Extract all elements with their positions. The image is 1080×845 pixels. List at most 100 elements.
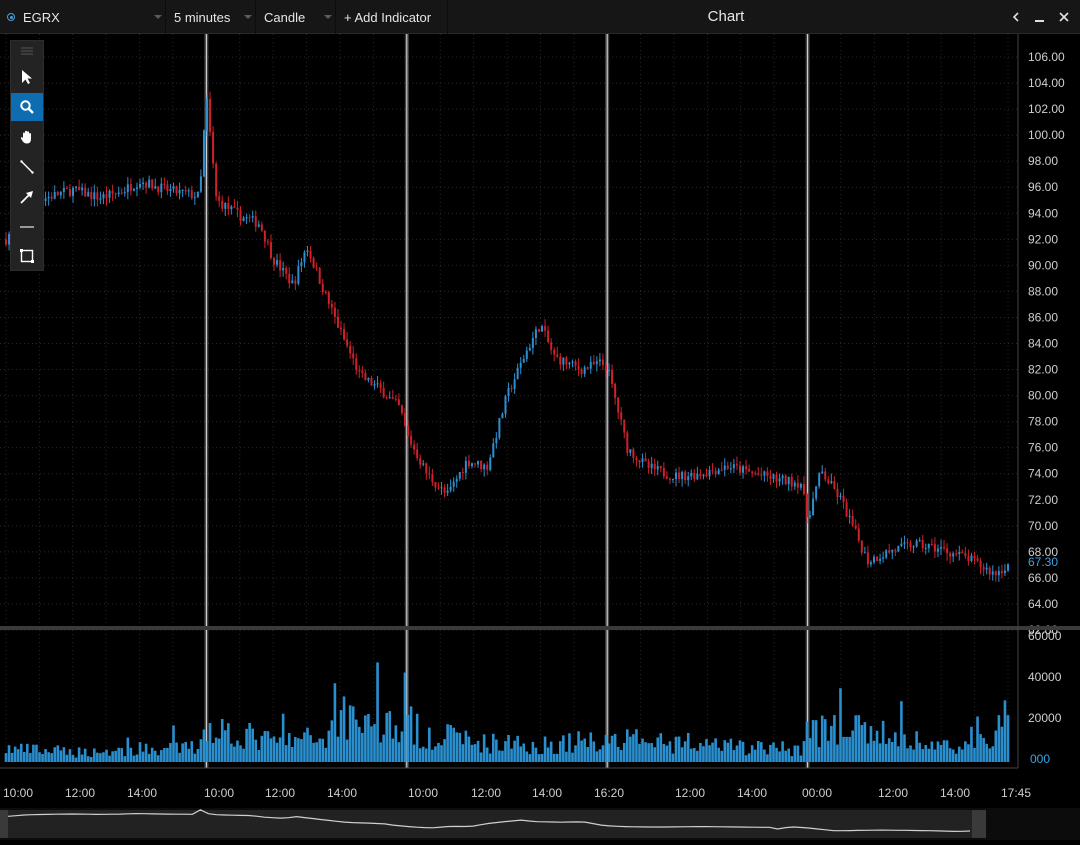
candle-body	[78, 186, 81, 191]
volume-bar	[528, 754, 532, 762]
volume-bar	[321, 738, 325, 762]
volume-bar	[300, 739, 303, 762]
candle-body	[766, 471, 769, 477]
candle-body	[379, 383, 382, 389]
volume-bar	[160, 750, 163, 762]
symbol-radio-icon	[7, 13, 15, 21]
volume-bar	[41, 754, 44, 762]
navigator-left-handle[interactable]	[0, 810, 8, 838]
volume-bar	[373, 724, 376, 762]
navigator-scrollbar[interactable]	[0, 808, 1080, 840]
candle-body	[943, 547, 946, 549]
panel-divider[interactable]	[0, 626, 1080, 630]
volume-bar	[549, 741, 553, 762]
volume-bar	[522, 743, 526, 762]
price-tick-label: 84.00	[1028, 337, 1058, 351]
volume-bar	[233, 746, 236, 762]
candle-body	[903, 542, 906, 544]
volume-bar	[817, 747, 821, 762]
volume-bar	[44, 749, 47, 762]
add-indicator-button[interactable]: + Add Indicator	[336, 0, 448, 34]
chart-type-dropdown[interactable]: Candle	[256, 0, 336, 34]
volume-bar	[546, 747, 550, 762]
chevron-left-icon[interactable]	[1008, 9, 1024, 25]
candle-body	[793, 482, 796, 487]
candle-body	[160, 183, 163, 193]
volume-bar	[723, 740, 727, 762]
candle-body	[723, 465, 726, 470]
volume-bar	[1003, 700, 1007, 762]
symbol-dropdown[interactable]: EGRX	[0, 0, 166, 34]
volume-bar	[836, 744, 839, 762]
volume-bar	[370, 726, 373, 762]
candle-body	[449, 486, 452, 491]
minimize-icon[interactable]	[1032, 9, 1048, 25]
pan-hand-icon[interactable]	[11, 123, 43, 151]
candle-body	[671, 479, 674, 481]
volume-bar	[775, 747, 778, 762]
candle-body	[738, 465, 741, 473]
volume-bar	[303, 732, 306, 762]
navigator-right-handle[interactable]	[972, 810, 986, 838]
time-tick-label: 10:00	[3, 786, 33, 800]
pointer-icon[interactable]	[11, 63, 43, 91]
volume-bar	[32, 744, 35, 762]
volume-bar	[449, 725, 452, 762]
volume-bar	[641, 738, 644, 762]
candle-body	[464, 460, 467, 473]
candle-body	[821, 471, 824, 474]
volume-bar	[626, 729, 629, 762]
volume-bar	[187, 748, 191, 762]
volume-bar	[491, 733, 495, 762]
volume-bar	[26, 743, 29, 762]
volume-bar	[565, 751, 568, 762]
candle-body	[687, 476, 690, 481]
price-tick-label: 80.00	[1028, 389, 1058, 403]
volume-bar	[753, 749, 757, 762]
volume-bar	[781, 741, 784, 762]
volume-bar	[467, 736, 471, 762]
volume-bar	[77, 747, 81, 762]
interval-dropdown[interactable]: 5 minutes	[166, 0, 256, 34]
volume-bar	[699, 742, 702, 762]
chart-area[interactable]: 106.00 104.00 102.00 100.00 98.00 96.00 94.00 9…	[0, 34, 1080, 840]
candle-body	[653, 463, 656, 470]
candle-body	[748, 469, 751, 472]
volume-bar	[610, 735, 614, 762]
candle-body	[276, 260, 279, 265]
volume-bar	[367, 713, 370, 762]
candle-body	[193, 197, 196, 199]
volume-bar	[504, 741, 507, 762]
grip-icon[interactable]	[11, 41, 43, 61]
volume-bar	[394, 725, 398, 762]
candle-body	[416, 449, 419, 459]
price-chart[interactable]: 106.00 104.00 102.00 100.00 98.00 96.00 94.00 9…	[0, 34, 1080, 840]
line-icon[interactable]	[11, 153, 43, 181]
close-icon[interactable]	[1056, 9, 1072, 25]
volume-bar	[571, 752, 574, 762]
time-tick-label: 12:00	[675, 786, 705, 800]
time-tick-label: 17:45	[1001, 786, 1031, 800]
volume-bar	[47, 752, 50, 762]
volume-bar	[138, 742, 142, 762]
rectangle-icon[interactable]	[11, 242, 43, 270]
candle-body	[860, 540, 863, 553]
candle-body	[650, 463, 653, 468]
candle-body	[285, 267, 288, 274]
volume-bar	[53, 747, 57, 762]
candle-body	[294, 280, 297, 284]
candle-body	[452, 481, 455, 487]
volume-bar	[306, 727, 309, 762]
volume-bar	[842, 736, 845, 762]
volume-bar	[558, 741, 562, 762]
volume-bar	[476, 740, 480, 762]
volume-tick-label: 60000	[1028, 629, 1062, 643]
top-bar: EGRX 5 minutes Candle + Add Indicator Ch…	[0, 0, 1080, 34]
zoom-icon[interactable]	[11, 93, 43, 121]
arrow-icon[interactable]	[11, 183, 43, 211]
horizontal-line-icon[interactable]	[11, 213, 43, 241]
candle-body	[376, 383, 379, 385]
candle-body	[431, 474, 434, 483]
volume-tick-label: 40000	[1028, 670, 1062, 684]
volume-bar	[120, 748, 124, 762]
